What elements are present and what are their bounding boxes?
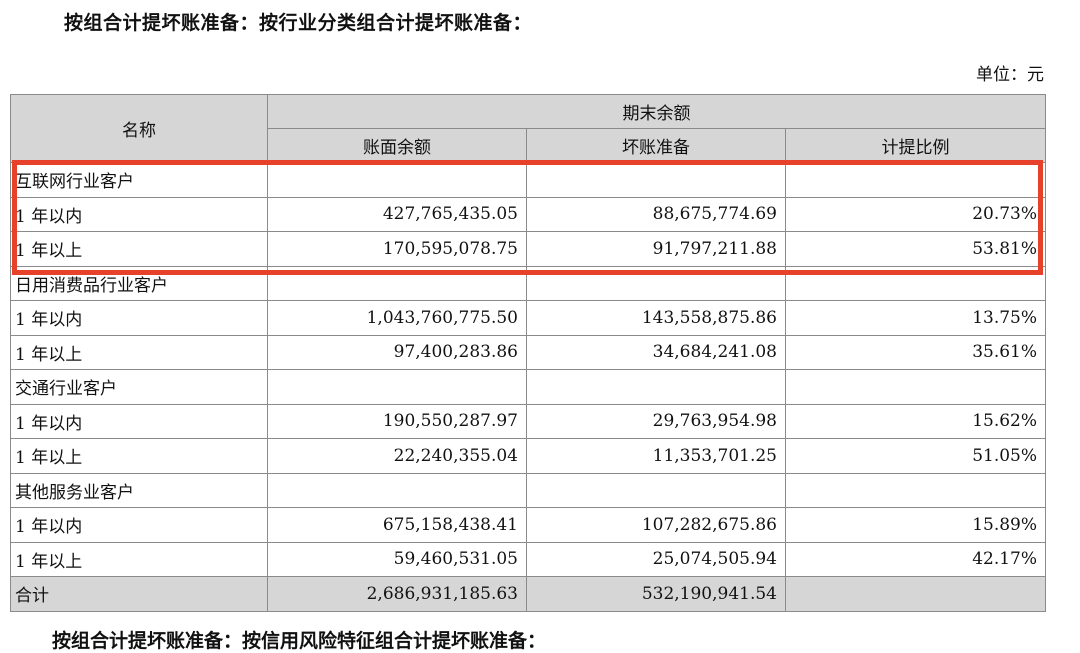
row-book-balance: 22,240,355.04	[267, 438, 527, 474]
row-provision-ratio: 53.81%	[784, 231, 1047, 267]
row-provision-ratio: 15.89%	[784, 507, 1047, 543]
row-bad-debt-provision	[526, 265, 786, 301]
row-bad-debt-provision: 88,675,774.69	[526, 196, 786, 232]
row-book-balance	[267, 162, 527, 198]
header-name: 名称	[10, 94, 268, 163]
total-provision-ratio	[784, 576, 1047, 612]
row-name: 1 年以内	[10, 507, 268, 543]
row-provision-ratio	[784, 369, 1047, 405]
row-book-balance: 675,158,438.41	[267, 507, 527, 543]
row-bad-debt-provision: 143,558,875.86	[526, 300, 786, 336]
table-row: 1 年以内 190,550,287.97 29,763,954.98 15.62%	[10, 403, 1047, 439]
row-book-balance: 97,400,283.86	[267, 334, 527, 370]
unit-label: 单位：元	[976, 65, 1044, 85]
table-row: 1 年以上 97,400,283.86 34,684,241.08 35.61%	[10, 334, 1047, 370]
row-bad-debt-provision	[526, 162, 786, 198]
row-name: 1 年以上	[10, 334, 268, 370]
row-bad-debt-provision	[526, 472, 786, 508]
table-row: 1 年以内 1,043,760,775.50 143,558,875.86 13.75…	[10, 300, 1047, 336]
row-provision-ratio	[784, 162, 1047, 198]
row-provision-ratio: 42.17%	[784, 541, 1047, 577]
row-book-balance: 427,765,435.05	[267, 196, 527, 232]
row-book-balance	[267, 265, 527, 301]
row-name: 1 年以上	[10, 231, 268, 267]
table-row: 1 年以上 170,595,078.75 91,797,211.88 53.81%	[10, 231, 1047, 267]
row-provision-ratio: 35.61%	[784, 334, 1047, 370]
row-book-balance: 1,043,760,775.50	[267, 300, 527, 336]
row-provision-ratio: 20.73%	[784, 196, 1047, 232]
next-section-heading: 按组合计提坏账准备：按信用风险特征组合计提坏账准备：	[52, 630, 547, 652]
table-row: 互联网行业客户	[10, 162, 1047, 198]
header-book-balance: 账面余额	[267, 128, 527, 163]
row-bad-debt-provision: 25,074,505.94	[526, 541, 786, 577]
row-name: 1 年以内	[10, 196, 268, 232]
row-provision-ratio: 15.62%	[784, 403, 1047, 439]
header-bad-debt-provision: 坏账准备	[526, 128, 786, 163]
row-name: 日用消费品行业客户	[10, 265, 268, 301]
table-row: 交通行业客户	[10, 369, 1047, 405]
total-bad-debt-provision: 532,190,941.54	[526, 576, 786, 612]
row-bad-debt-provision	[526, 369, 786, 405]
row-provision-ratio	[784, 265, 1047, 301]
total-book-balance: 2,686,931,185.63	[267, 576, 527, 612]
row-name: 1 年以上	[10, 438, 268, 474]
header-period-end-balance: 期末余额	[266, 94, 1047, 129]
row-bad-debt-provision: 11,353,701.25	[526, 438, 786, 474]
row-book-balance	[267, 369, 527, 405]
total-row: 合计 2,686,931,185.63 532,190,941.54	[10, 576, 1047, 612]
section-heading: 按组合计提坏账准备：按行业分类组合计提坏账准备：	[64, 12, 533, 34]
row-book-balance: 59,460,531.05	[267, 541, 527, 577]
bad-debt-provision-table: 名称 期末余额 账面余额 坏账准备 计提比例 互联网行业客户 1 年以内 427,7…	[10, 94, 1047, 612]
row-provision-ratio: 51.05%	[784, 438, 1047, 474]
row-name: 其他服务业客户	[10, 472, 268, 508]
row-provision-ratio: 13.75%	[784, 300, 1047, 336]
row-name: 1 年以内	[10, 300, 268, 336]
row-bad-debt-provision: 91,797,211.88	[526, 231, 786, 267]
row-name: 1 年以上	[10, 541, 268, 577]
header-provision-ratio: 计提比例	[784, 128, 1047, 163]
row-book-balance: 190,550,287.97	[267, 403, 527, 439]
table-row: 1 年以内 675,158,438.41 107,282,675.86 15.89%	[10, 507, 1047, 543]
row-name: 交通行业客户	[10, 369, 268, 405]
row-bad-debt-provision: 34,684,241.08	[526, 334, 786, 370]
row-bad-debt-provision: 29,763,954.98	[526, 403, 786, 439]
table-row: 其他服务业客户	[10, 472, 1047, 508]
table-row: 1 年以内 427,765,435.05 88,675,774.69 20.73%	[10, 196, 1047, 232]
total-label: 合计	[10, 576, 268, 612]
row-name: 1 年以内	[10, 403, 268, 439]
row-provision-ratio	[784, 472, 1047, 508]
table-row: 1 年以上 22,240,355.04 11,353,701.25 51.05%	[10, 438, 1047, 474]
row-name: 互联网行业客户	[10, 162, 268, 198]
row-bad-debt-provision: 107,282,675.86	[526, 507, 786, 543]
row-book-balance	[267, 472, 527, 508]
table-row: 日用消费品行业客户	[10, 265, 1047, 301]
row-book-balance: 170,595,078.75	[267, 231, 527, 267]
table-row: 1 年以上 59,460,531.05 25,074,505.94 42.17%	[10, 541, 1047, 577]
